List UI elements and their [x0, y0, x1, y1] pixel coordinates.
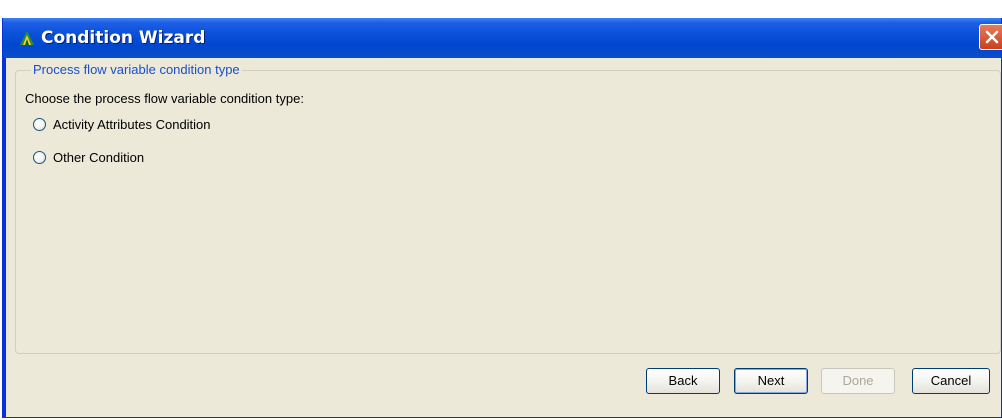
window-title: Condition Wizard [41, 28, 206, 48]
window-border [3, 58, 6, 417]
radio-button-circle[interactable] [33, 117, 46, 131]
close-button[interactable] [979, 24, 1002, 50]
radio-button-circle[interactable] [33, 150, 46, 164]
cancel-button[interactable]: Cancel [912, 368, 990, 394]
next-button[interactable]: Next [734, 368, 808, 394]
condition-wizard-app-icon [20, 31, 34, 45]
done-button: Done [821, 368, 895, 394]
condition-type-prompt: Choose the process flow variable conditi… [25, 91, 304, 106]
radio-label: Other Condition [53, 149, 145, 165]
condition-wizard-window: Condition Wizard Process flow variable c… [2, 18, 1002, 418]
close-x-icon [985, 30, 999, 44]
condition-type-group [15, 70, 1001, 354]
title-bar[interactable]: Condition Wizard [3, 18, 1002, 58]
back-button[interactable]: Back [646, 368, 720, 394]
radio-label: Activity Attributes Condition [53, 116, 211, 132]
radio-activity-attributes-condition[interactable]: Activity Attributes Condition [33, 116, 211, 132]
group-legend: Process flow variable condition type [31, 62, 242, 77]
radio-other-condition[interactable]: Other Condition [33, 149, 144, 165]
